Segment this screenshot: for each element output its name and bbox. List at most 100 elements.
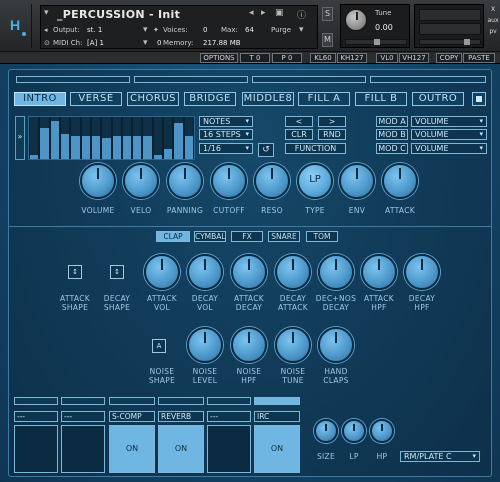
camera-icon[interactable]: ▣ — [275, 8, 284, 18]
shift-left-button[interactable]: < — [285, 116, 313, 127]
tab-outro[interactable]: OUTRO — [412, 92, 464, 106]
decay-hpf-knob[interactable] — [404, 254, 440, 290]
fx-on-button[interactable]: ON — [254, 425, 300, 473]
attack-shape-button[interactable]: ↕ — [68, 265, 82, 279]
pv-button[interactable]: pv — [487, 26, 499, 37]
tab-fx[interactable]: FX — [231, 231, 263, 242]
midi-dropdown-icon[interactable]: ▾ — [143, 38, 148, 48]
noise-shape-button[interactable]: A — [152, 339, 166, 353]
fx-slot-header[interactable] — [109, 397, 155, 405]
solo-button[interactable]: S — [322, 7, 333, 21]
volume-knob[interactable] — [80, 163, 116, 199]
decay-shape-button[interactable]: ↕ — [110, 265, 124, 279]
sequencer-expand-button[interactable]: » — [15, 116, 25, 160]
noise-tune-knob[interactable] — [275, 327, 311, 363]
fx-slot-header[interactable] — [254, 397, 300, 405]
mod-a-button[interactable]: MOD A — [376, 116, 408, 127]
velocity-high-field[interactable]: VH127 — [399, 53, 429, 63]
fx-name[interactable]: REVERB — [158, 411, 204, 422]
mod-b-target-dropdown[interactable]: VOLUME ▾ — [411, 129, 487, 140]
reso-knob[interactable] — [254, 163, 290, 199]
tab-chorus[interactable]: CHORUS — [127, 92, 179, 106]
stop-button[interactable] — [472, 92, 486, 106]
step-sequencer[interactable] — [28, 116, 195, 160]
hand-claps-knob[interactable] — [318, 327, 354, 363]
pan-slider[interactable] — [345, 39, 407, 45]
instrument-name[interactable]: _PERCUSSION - Init — [57, 8, 180, 21]
panning-knob[interactable] — [167, 163, 203, 199]
random-button[interactable]: RND — [318, 129, 346, 140]
decay-attack-knob[interactable] — [275, 254, 311, 290]
paste-button[interactable]: PASTE — [463, 53, 495, 63]
key-low-field[interactable]: KL60 — [310, 53, 336, 63]
max-value[interactable]: 64 — [245, 26, 254, 34]
sequencer-step[interactable] — [30, 117, 39, 159]
sequencer-step[interactable] — [153, 117, 163, 159]
pan-field[interactable]: P 0 — [272, 53, 302, 63]
tab-fill-b[interactable]: FILL B — [355, 92, 407, 106]
mod-c-button[interactable]: MOD C — [376, 143, 408, 154]
reverb-hp-knob[interactable] — [370, 419, 394, 443]
reset-icon[interactable]: ↺ — [258, 143, 274, 157]
copy-button[interactable]: COPY — [436, 53, 462, 63]
fx-slot-header[interactable] — [61, 397, 105, 405]
attack-vol-knob[interactable] — [144, 254, 180, 290]
section-slot[interactable] — [370, 76, 486, 83]
tune-knob[interactable] — [345, 9, 367, 31]
section-slot[interactable] — [16, 76, 130, 83]
tab-fill-a[interactable]: FILL A — [298, 92, 350, 106]
fx-on-button[interactable]: ON — [109, 425, 155, 473]
reverb-type-dropdown[interactable]: RM/PLATE C ▾ — [400, 451, 480, 462]
attack-decay-knob[interactable] — [231, 254, 267, 290]
fx-slot-header[interactable] — [207, 397, 251, 405]
key-high-field[interactable]: KH127 — [337, 53, 367, 63]
purge-dropdown-icon[interactable]: ▾ — [299, 25, 304, 35]
tab-middle8[interactable]: MIDDLE8 — [242, 92, 294, 106]
tune-value[interactable]: 0.00 — [375, 23, 393, 32]
midi-value[interactable]: [A] 1 — [87, 39, 104, 47]
fx-name[interactable]: --- — [14, 411, 58, 422]
mod-b-button[interactable]: MOD B — [376, 129, 408, 140]
attack-knob[interactable] — [382, 163, 418, 199]
prev-instrument-icon[interactable]: ◂ — [249, 8, 254, 18]
collapse-icon[interactable]: ▾ — [44, 8, 49, 18]
fx-on-button[interactable]: ON — [158, 425, 204, 473]
section-slot[interactable] — [252, 76, 366, 83]
tab-intro[interactable]: INTRO — [14, 92, 66, 106]
output-dropdown-icon[interactable]: ▾ — [143, 25, 148, 35]
dec-nos-decay-knob[interactable] — [318, 254, 354, 290]
fx-on-button[interactable] — [61, 425, 105, 473]
noise-level-knob[interactable] — [187, 327, 223, 363]
aux-button[interactable]: aux — [487, 15, 499, 26]
mod-c-target-dropdown[interactable]: VOLUME ▾ — [411, 143, 487, 154]
transpose-field[interactable]: T 0 — [240, 53, 270, 63]
tab-snare[interactable]: SNARE — [268, 231, 300, 242]
decay-vol-knob[interactable] — [187, 254, 223, 290]
notes-dropdown[interactable]: NOTES ▾ — [199, 116, 253, 127]
env-knob[interactable] — [339, 163, 375, 199]
fx-name[interactable]: IRC — [254, 411, 300, 422]
tab-bridge[interactable]: BRIDGE — [184, 92, 236, 106]
section-slot[interactable] — [134, 76, 248, 83]
volume-slider[interactable] — [419, 39, 481, 45]
clear-button[interactable]: CLR — [285, 129, 313, 140]
info-icon[interactable]: ⓘ — [297, 8, 306, 21]
cutoff-knob[interactable] — [211, 163, 247, 199]
fx-name[interactable]: --- — [207, 411, 251, 422]
purge-label[interactable]: Purge — [271, 26, 291, 34]
shift-right-button[interactable]: > — [318, 116, 346, 127]
steps-dropdown[interactable]: 16 STEPS ▾ — [199, 129, 253, 140]
noise-hpf-knob[interactable] — [231, 327, 267, 363]
tab-cymbal[interactable]: CYMBAL — [194, 231, 226, 242]
velo-knob[interactable] — [123, 163, 159, 199]
attack-hpf-knob[interactable] — [361, 254, 397, 290]
fx-slot-header[interactable] — [158, 397, 204, 405]
fx-name[interactable]: --- — [61, 411, 105, 422]
fx-slot-header[interactable] — [14, 397, 58, 405]
reverb-size-knob[interactable] — [314, 419, 338, 443]
filter-type-knob[interactable]: LP — [297, 163, 333, 199]
fx-on-button[interactable] — [14, 425, 58, 473]
velocity-low-field[interactable]: VL0 — [376, 53, 398, 63]
rate-dropdown[interactable]: 1/16 ▾ — [199, 143, 253, 154]
mod-a-target-dropdown[interactable]: VOLUME ▾ — [411, 116, 487, 127]
